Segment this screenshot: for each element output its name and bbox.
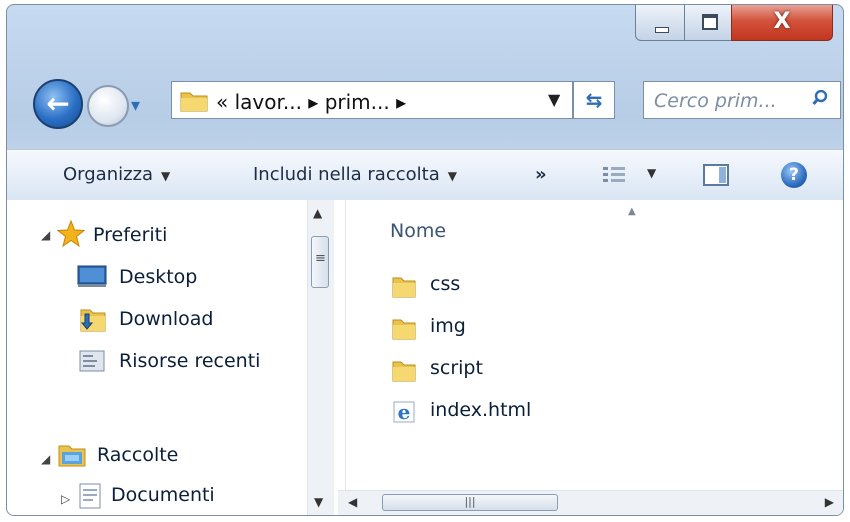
- nav-favorites[interactable]: Preferiti: [93, 224, 167, 246]
- desktop-icon: [77, 265, 107, 287]
- column-header-name[interactable]: Nome: [390, 220, 446, 242]
- more-commands-button[interactable]: »: [535, 164, 547, 185]
- folder-icon: [392, 277, 416, 298]
- file-name: img: [430, 315, 466, 337]
- forward-button[interactable]: [87, 85, 129, 127]
- search-icon[interactable]: [812, 90, 828, 106]
- search-box[interactable]: [643, 81, 841, 119]
- sort-indicator-icon: ▲: [628, 206, 636, 217]
- preview-pane-icon[interactable]: [703, 164, 729, 186]
- scroll-right-arrow-icon[interactable]: ▶: [825, 495, 834, 509]
- scroll-thumb[interactable]: |||: [382, 494, 558, 511]
- view-options-dropdown[interactable]: ▼: [647, 166, 656, 180]
- include-in-library-button[interactable]: Includi nella raccolta ▼: [253, 164, 457, 185]
- search-input[interactable]: [652, 88, 806, 114]
- scroll-down-arrow-icon[interactable]: ▼: [314, 495, 323, 509]
- maximize-icon: [702, 14, 718, 30]
- include-label: Includi nella raccolta: [253, 164, 440, 185]
- internet-explorer-html-icon: e: [393, 400, 415, 424]
- nav-item-label: Download: [119, 308, 214, 330]
- svg-text:e: e: [398, 400, 411, 424]
- explorer-window: X ← ▾ « lavor... ▸ prim... ▸ ▼ ⇆ Organiz…: [6, 4, 844, 516]
- close-icon: X: [773, 9, 791, 34]
- back-button[interactable]: ←: [33, 79, 83, 129]
- refresh-button[interactable]: ⇆: [573, 81, 615, 119]
- change-view-icon[interactable]: [603, 166, 625, 184]
- folder-icon: [392, 361, 416, 382]
- collapse-arrow-icon[interactable]: ▷: [61, 492, 70, 506]
- file-name: css: [430, 273, 461, 295]
- file-name: script: [430, 357, 483, 379]
- file-list: ▲ Nome css img script e index.html ◀ |||…: [338, 200, 843, 515]
- nav-item-label: Desktop: [119, 266, 198, 288]
- documents-icon: [79, 483, 101, 509]
- folder-icon: [180, 92, 208, 112]
- close-button[interactable]: X: [731, 5, 833, 41]
- address-bar[interactable]: « lavor... ▸ prim... ▸ ▼: [171, 81, 573, 119]
- help-icon[interactable]: ?: [781, 162, 807, 188]
- address-path[interactable]: « lavor... ▸ prim... ▸: [216, 90, 406, 114]
- nav-item-label: Risorse recenti: [119, 350, 261, 372]
- folder-icon: [392, 319, 416, 340]
- refresh-icon: ⇆: [585, 88, 603, 112]
- expand-arrow-icon[interactable]: ◢: [41, 452, 50, 466]
- command-bar: Organizza ▼ Includi nella raccolta ▼ » ▼ ?: [7, 149, 843, 201]
- download-folder-icon: [80, 309, 106, 332]
- recent-places-icon: [79, 350, 105, 372]
- file-name: index.html: [430, 399, 532, 421]
- star-icon: [57, 220, 85, 248]
- minimize-button[interactable]: [635, 5, 685, 41]
- organize-button[interactable]: Organizza ▼: [63, 164, 170, 185]
- expand-arrow-icon[interactable]: ◢: [41, 228, 50, 242]
- nav-item-label: Documenti: [111, 484, 215, 506]
- address-dropdown-icon[interactable]: ▼: [548, 90, 560, 109]
- scroll-up-arrow-icon[interactable]: ▲: [313, 206, 322, 220]
- recent-pages-dropdown[interactable]: ▾: [131, 95, 140, 116]
- content-horizontal-scrollbar[interactable]: ◀ ||| ▶: [338, 490, 843, 515]
- chevron-down-icon: ▼: [161, 169, 171, 183]
- chevron-down-icon: ▼: [447, 169, 457, 183]
- minimize-icon: [655, 27, 669, 33]
- scroll-left-arrow-icon[interactable]: ◀: [348, 495, 357, 509]
- libraries-icon: [58, 445, 86, 467]
- back-arrow-icon: ←: [46, 87, 70, 120]
- navigation-pane: ◢ Preferiti Desktop Download Risorse rec…: [7, 200, 345, 515]
- maximize-button[interactable]: [684, 5, 732, 41]
- nav-vertical-scrollbar[interactable]: ▲ ▼: [307, 200, 334, 515]
- scroll-thumb[interactable]: [311, 236, 329, 288]
- organize-label: Organizza: [63, 164, 154, 185]
- nav-libraries[interactable]: Raccolte: [97, 444, 178, 466]
